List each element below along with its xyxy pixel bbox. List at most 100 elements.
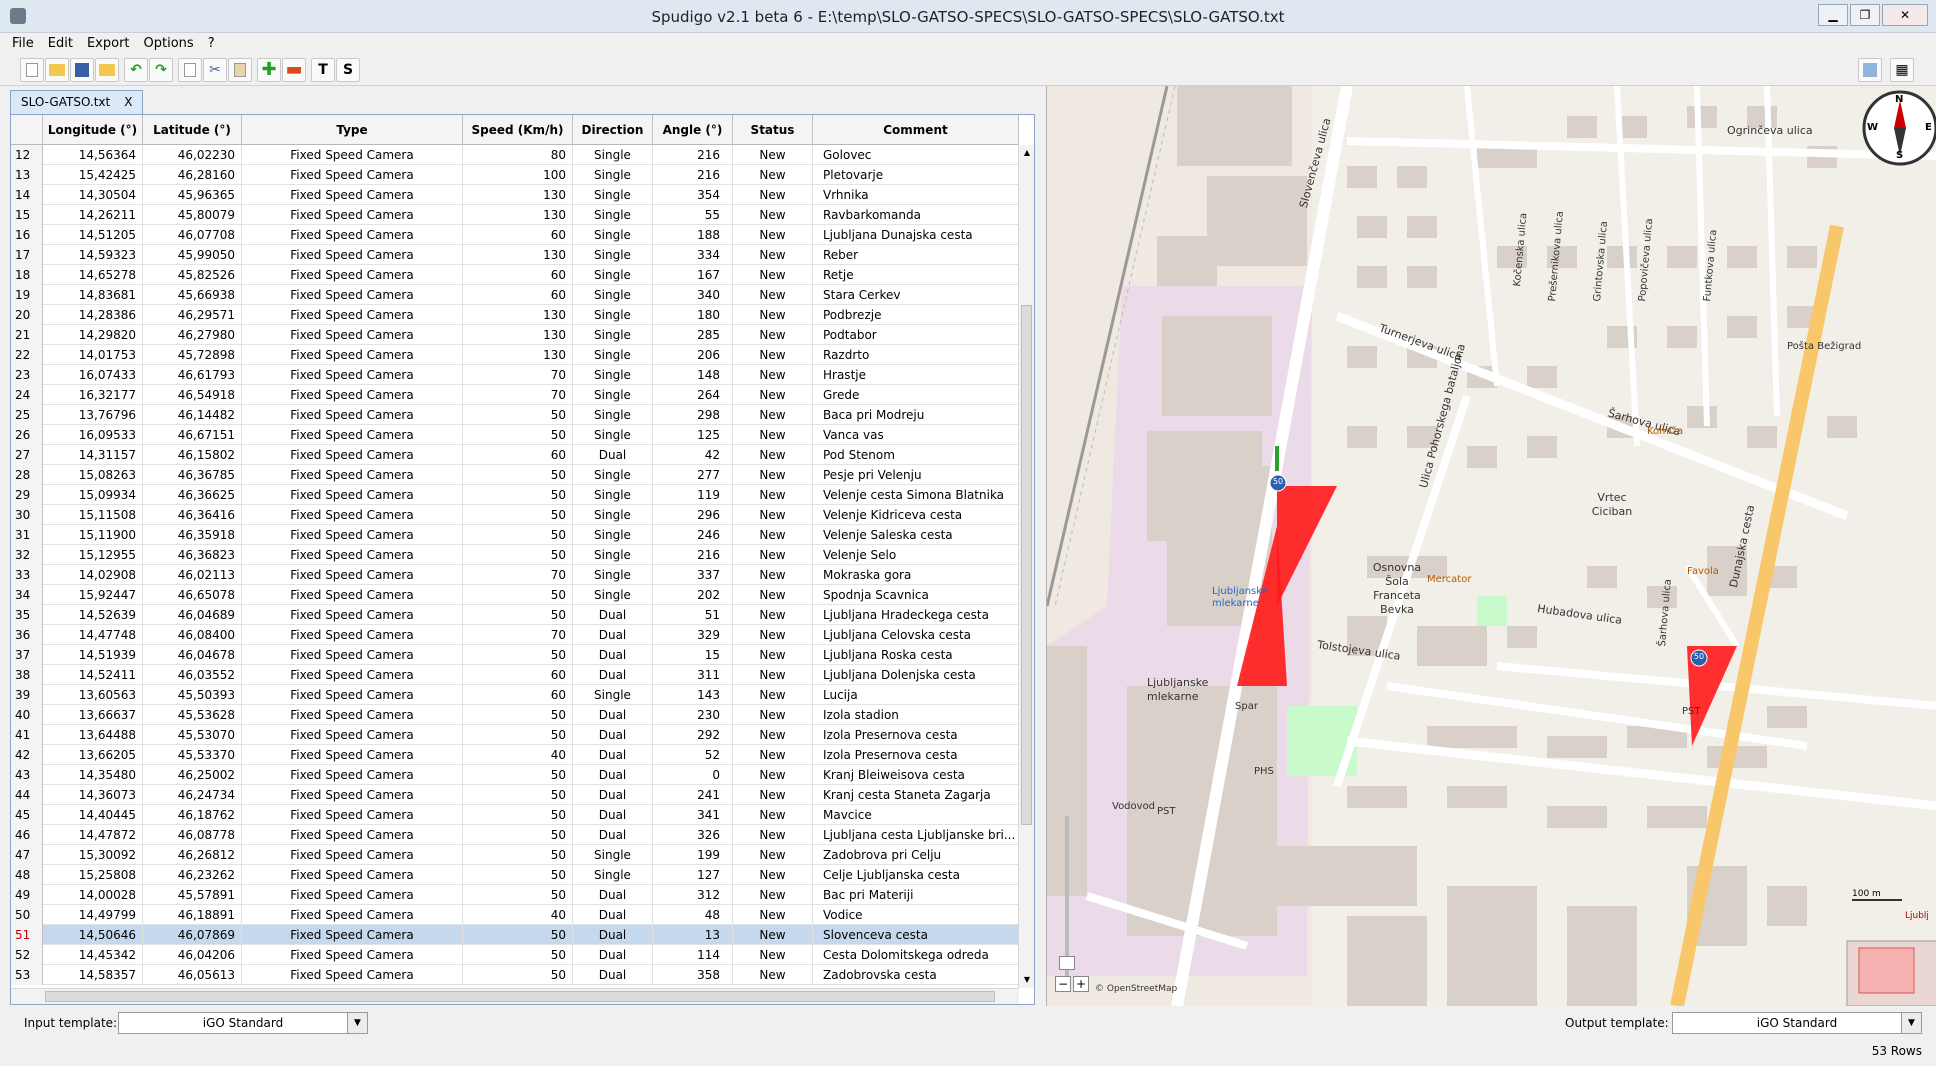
cell-type[interactable]: Fixed Speed Camera xyxy=(242,645,463,665)
cell-row-number[interactable]: 12 xyxy=(11,145,43,165)
cell-status[interactable]: New xyxy=(733,705,813,725)
table-row[interactable]: 47 15,30092 46,26812 Fixed Speed Camera 50 Si… xyxy=(11,845,1019,865)
cell-latitude[interactable]: 46,14482 xyxy=(143,405,242,425)
cell-status[interactable]: New xyxy=(733,385,813,405)
cell-comment[interactable]: Velenje cesta Simona Blatnika xyxy=(813,485,1019,505)
cell-speed[interactable]: 100 xyxy=(463,165,573,185)
scroll-up-icon[interactable]: ▲ xyxy=(1019,145,1034,161)
cell-status[interactable]: New xyxy=(733,285,813,305)
cell-longitude[interactable]: 15,12955 xyxy=(43,545,143,565)
cell-row-number[interactable]: 27 xyxy=(11,445,43,465)
cell-comment[interactable]: Ljubljana Dolenjska cesta xyxy=(813,665,1019,685)
table-row[interactable]: 22 14,01753 45,72898 Fixed Speed Camera 130 S… xyxy=(11,345,1019,365)
cell-speed[interactable]: 60 xyxy=(463,445,573,465)
table-row[interactable]: 35 14,52639 46,04689 Fixed Speed Camera 50 Du… xyxy=(11,605,1019,625)
cell-row-number[interactable]: 50 xyxy=(11,905,43,925)
cell-direction[interactable]: Single xyxy=(573,285,653,305)
menu-edit[interactable]: Edit xyxy=(48,33,73,54)
cell-status[interactable]: New xyxy=(733,225,813,245)
cell-longitude[interactable]: 14,56364 xyxy=(43,145,143,165)
cell-comment[interactable]: Ljubljana Celovska cesta xyxy=(813,625,1019,645)
cell-longitude[interactable]: 14,36073 xyxy=(43,785,143,805)
cell-latitude[interactable]: 46,04689 xyxy=(143,605,242,625)
cell-row-number[interactable]: 33 xyxy=(11,565,43,585)
cell-angle[interactable]: 292 xyxy=(653,725,733,745)
cell-comment[interactable]: Kranj Bleiweisova cesta xyxy=(813,765,1019,785)
cell-direction[interactable]: Dual xyxy=(573,765,653,785)
cell-type[interactable]: Fixed Speed Camera xyxy=(242,205,463,225)
cell-type[interactable]: Fixed Speed Camera xyxy=(242,345,463,365)
cut-button[interactable]: ✂ xyxy=(203,58,227,82)
cell-longitude[interactable]: 14,40445 xyxy=(43,805,143,825)
cell-type[interactable]: Fixed Speed Camera xyxy=(242,225,463,245)
cell-longitude[interactable]: 14,01753 xyxy=(43,345,143,365)
cell-status[interactable]: New xyxy=(733,465,813,485)
cell-latitude[interactable]: 46,61793 xyxy=(143,365,242,385)
cell-speed[interactable]: 50 xyxy=(463,805,573,825)
cell-latitude[interactable]: 45,80079 xyxy=(143,205,242,225)
cell-longitude[interactable]: 14,30504 xyxy=(43,185,143,205)
cell-latitude[interactable]: 46,67151 xyxy=(143,425,242,445)
table-row[interactable]: 16 14,51205 46,07708 Fixed Speed Camera 60 Si… xyxy=(11,225,1019,245)
maximize-button[interactable]: ❐ xyxy=(1850,4,1880,26)
cell-longitude[interactable]: 14,49799 xyxy=(43,905,143,925)
cell-latitude[interactable]: 46,04206 xyxy=(143,945,242,965)
cell-angle[interactable]: 296 xyxy=(653,505,733,525)
cell-direction[interactable]: Single xyxy=(573,865,653,885)
table-row[interactable]: 42 13,66205 45,53370 Fixed Speed Camera 40 Du… xyxy=(11,745,1019,765)
cell-direction[interactable]: Single xyxy=(573,485,653,505)
cell-latitude[interactable]: 46,07708 xyxy=(143,225,242,245)
cell-row-number[interactable]: 37 xyxy=(11,645,43,665)
cell-row-number[interactable]: 52 xyxy=(11,945,43,965)
cell-type[interactable]: Fixed Speed Camera xyxy=(242,185,463,205)
camera-speed-badge[interactable]: 50 xyxy=(1271,477,1285,486)
cell-longitude[interactable]: 14,52639 xyxy=(43,605,143,625)
cell-latitude[interactable]: 46,18762 xyxy=(143,805,242,825)
cell-angle[interactable]: 354 xyxy=(653,185,733,205)
cell-comment[interactable]: Ljubljana Roska cesta xyxy=(813,645,1019,665)
cell-status[interactable]: New xyxy=(733,825,813,845)
cell-comment[interactable]: Lucija xyxy=(813,685,1019,705)
cell-comment[interactable]: Pesje pri Velenju xyxy=(813,465,1019,485)
cell-angle[interactable]: 334 xyxy=(653,245,733,265)
cell-speed[interactable]: 70 xyxy=(463,385,573,405)
output-template-select[interactable]: iGO Standard ▼ xyxy=(1672,1012,1922,1034)
cell-direction[interactable]: Dual xyxy=(573,805,653,825)
cell-row-number[interactable]: 41 xyxy=(11,725,43,745)
cell-type[interactable]: Fixed Speed Camera xyxy=(242,945,463,965)
cell-longitude[interactable]: 15,25808 xyxy=(43,865,143,885)
cell-speed[interactable]: 130 xyxy=(463,185,573,205)
cell-speed[interactable]: 50 xyxy=(463,765,573,785)
cell-comment[interactable]: Ravbarkomanda xyxy=(813,205,1019,225)
cell-comment[interactable]: Hrastje xyxy=(813,365,1019,385)
table-row[interactable]: 26 16,09533 46,67151 Fixed Speed Camera 50 Si… xyxy=(11,425,1019,445)
cell-comment[interactable]: Retje xyxy=(813,265,1019,285)
cell-latitude[interactable]: 46,02113 xyxy=(143,565,242,585)
cell-angle[interactable]: 51 xyxy=(653,605,733,625)
remove-row-button[interactable]: ▬ xyxy=(282,58,306,82)
cell-comment[interactable]: Zadobrova pri Celju xyxy=(813,845,1019,865)
cell-direction[interactable]: Single xyxy=(573,365,653,385)
table-row[interactable]: 14 14,30504 45,96365 Fixed Speed Camera 130 S… xyxy=(11,185,1019,205)
cell-direction[interactable]: Dual xyxy=(573,445,653,465)
cell-speed[interactable]: 60 xyxy=(463,685,573,705)
table-row[interactable]: 50 14,49799 46,18891 Fixed Speed Camera 40 Du… xyxy=(11,905,1019,925)
table-row[interactable]: 27 14,31157 46,15802 Fixed Speed Camera 60 Du… xyxy=(11,445,1019,465)
zoom-out-button[interactable]: − xyxy=(1055,976,1071,992)
table-row[interactable]: 24 16,32177 46,54918 Fixed Speed Camera 70 Si… xyxy=(11,385,1019,405)
cell-status[interactable]: New xyxy=(733,485,813,505)
cell-comment[interactable]: Mavcice xyxy=(813,805,1019,825)
cell-longitude[interactable]: 14,50646 xyxy=(43,925,143,945)
cell-status[interactable]: New xyxy=(733,265,813,285)
copy-button[interactable] xyxy=(178,58,202,82)
cell-type[interactable]: Fixed Speed Camera xyxy=(242,445,463,465)
table-row[interactable]: 31 15,11900 46,35918 Fixed Speed Camera 50 Si… xyxy=(11,525,1019,545)
cell-direction[interactable]: Single xyxy=(573,465,653,485)
cell-speed[interactable]: 130 xyxy=(463,345,573,365)
cell-longitude[interactable]: 13,66637 xyxy=(43,705,143,725)
cell-angle[interactable]: 188 xyxy=(653,225,733,245)
new-file-button[interactable] xyxy=(20,58,44,82)
cell-comment[interactable]: Pod Stenom xyxy=(813,445,1019,465)
cell-direction[interactable]: Single xyxy=(573,165,653,185)
cell-row-number[interactable]: 39 xyxy=(11,685,43,705)
